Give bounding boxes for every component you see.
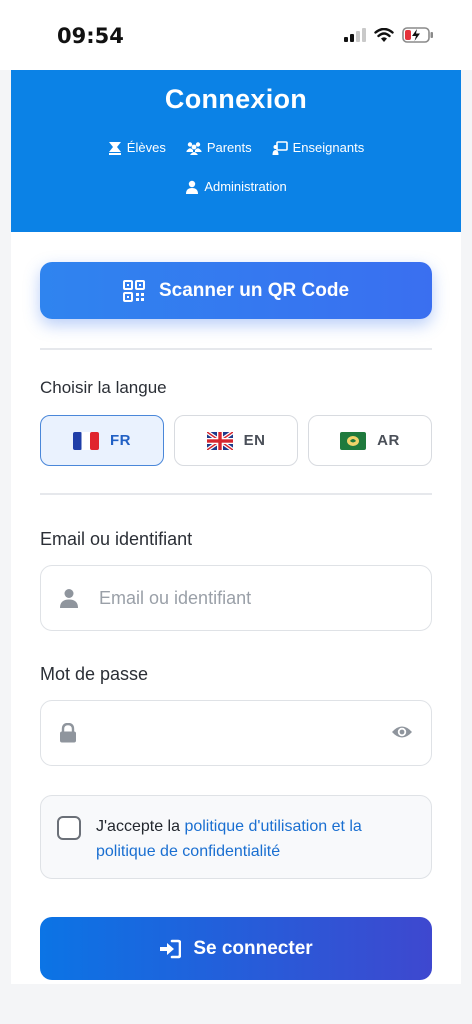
language-option-en[interactable]: EN bbox=[174, 415, 298, 466]
language-label: Choisir la langue bbox=[40, 378, 167, 397]
role-parents: Parents bbox=[186, 140, 252, 155]
teacher-icon bbox=[272, 140, 288, 155]
role-students-label: Élèves bbox=[126, 140, 166, 155]
roles-row-2: Administration bbox=[11, 179, 461, 194]
role-teachers-label: Enseignants bbox=[292, 140, 365, 155]
login-icon bbox=[160, 939, 182, 958]
consent-checkbox[interactable] bbox=[57, 816, 81, 840]
page-title: Connexion bbox=[164, 84, 308, 114]
scan-qr-label: Scanner un QR Code bbox=[158, 279, 350, 301]
divider-top bbox=[40, 348, 432, 350]
login-button[interactable]: Se connecter bbox=[40, 917, 432, 980]
password-label: Mot de passe bbox=[40, 664, 149, 684]
battery-charging-icon bbox=[402, 27, 433, 43]
email-label: Email ou identifiant bbox=[40, 529, 193, 549]
language-option-fr-label: FR bbox=[110, 432, 131, 449]
language-selector: FR EN AR bbox=[40, 415, 432, 466]
frame-edge-left bbox=[0, 70, 11, 984]
role-admin: Administration bbox=[185, 179, 287, 194]
consent-text: J'accepte la politique d'utilisation et … bbox=[96, 814, 421, 864]
bottom-strip bbox=[0, 984, 472, 1024]
email-input[interactable] bbox=[99, 566, 379, 630]
frame-edge-right bbox=[461, 70, 472, 984]
status-icons bbox=[344, 25, 434, 45]
eye-icon[interactable] bbox=[391, 723, 413, 741]
parents-icon bbox=[186, 141, 202, 155]
role-teachers: Enseignants bbox=[272, 140, 365, 155]
consent-prefix: J'accepte la bbox=[96, 818, 185, 835]
language-option-ar[interactable]: AR bbox=[308, 415, 432, 466]
language-option-en-label: EN bbox=[243, 432, 266, 449]
status-bar: 09:54 bbox=[0, 0, 472, 70]
flag-fr-icon bbox=[73, 431, 99, 450]
admin-icon bbox=[186, 180, 199, 194]
user-icon bbox=[60, 589, 78, 608]
terms-of-use-link[interactable]: politique d'utilisation et la bbox=[184, 818, 361, 835]
language-option-ar-label: AR bbox=[377, 432, 400, 449]
qr-code-icon bbox=[122, 279, 145, 302]
signal-icon bbox=[344, 28, 366, 42]
student-icon bbox=[108, 141, 121, 155]
status-time: 09:54 bbox=[57, 24, 124, 48]
scan-qr-button[interactable]: Scanner un QR Code bbox=[40, 262, 432, 319]
privacy-policy-link[interactable]: politique de confidentialité bbox=[96, 843, 280, 860]
password-input[interactable] bbox=[99, 701, 379, 765]
lock-icon bbox=[60, 723, 76, 743]
wifi-icon bbox=[374, 27, 394, 42]
login-button-label: Se connecter bbox=[193, 937, 313, 959]
flag-uk-icon bbox=[206, 431, 233, 450]
email-field bbox=[40, 565, 432, 631]
role-parents-label: Parents bbox=[206, 140, 252, 155]
consent-box: J'accepte la politique d'utilisation et … bbox=[40, 795, 432, 879]
login-header: Connexion Élèves Parents Enseignants Adm… bbox=[11, 70, 461, 232]
role-students: Élèves bbox=[108, 140, 166, 155]
language-option-fr[interactable]: FR bbox=[40, 415, 164, 466]
password-field bbox=[40, 700, 432, 766]
divider-bottom bbox=[40, 493, 432, 495]
role-admin-label: Administration bbox=[204, 179, 287, 194]
flag-ar-icon bbox=[340, 431, 367, 450]
roles-row: Élèves Parents Enseignants bbox=[11, 140, 461, 155]
